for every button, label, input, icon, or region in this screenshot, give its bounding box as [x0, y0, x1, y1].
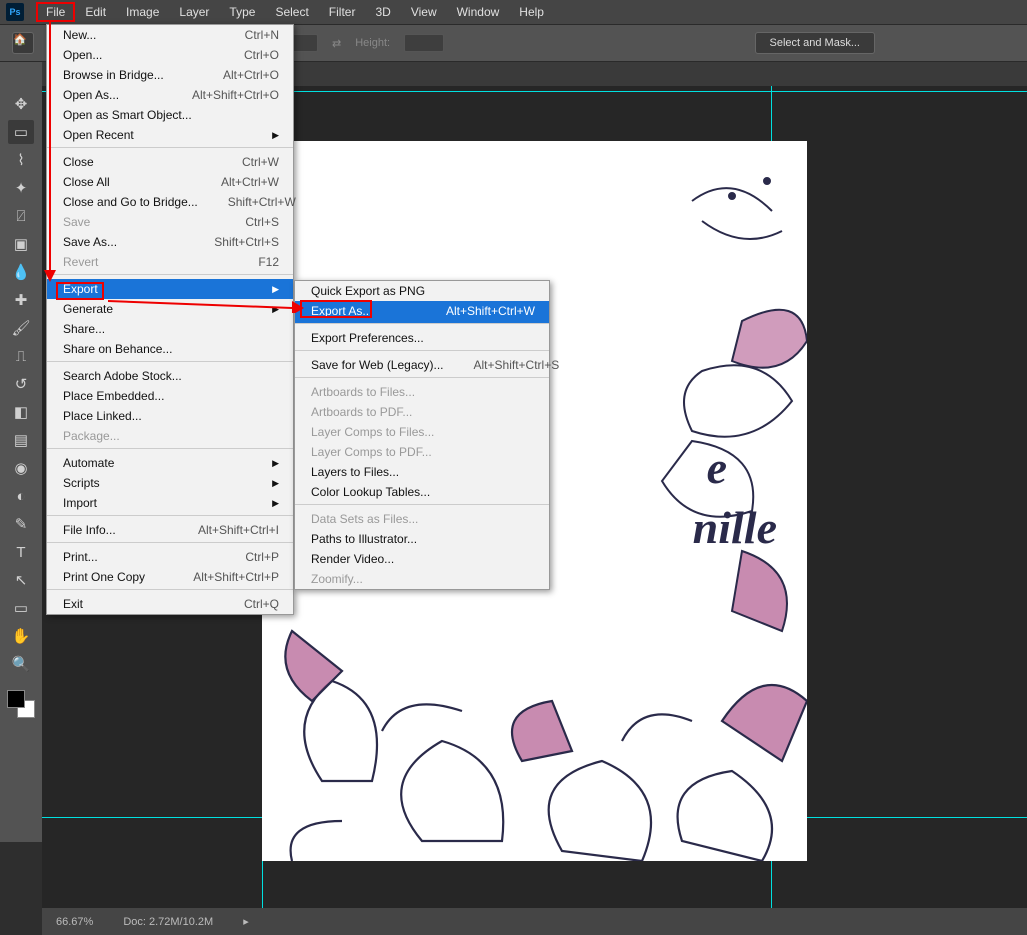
dodge-tool[interactable]: ◐: [8, 484, 34, 508]
file-menu-item-print[interactable]: Print...Ctrl+P: [47, 547, 293, 567]
brush-tool[interactable]: 🖌: [8, 316, 34, 340]
export-menu-item-render-video[interactable]: Render Video...: [295, 549, 549, 569]
file-menu-item-import[interactable]: Import▶: [47, 493, 293, 516]
stamp-tool[interactable]: ⎍: [8, 344, 34, 368]
file-menu-item-package[interactable]: Package...: [47, 426, 293, 449]
file-menu-item-share-on-behance[interactable]: Share on Behance...: [47, 339, 293, 362]
file-menu-item-export[interactable]: Export▶: [47, 279, 293, 299]
file-menu-item-generate[interactable]: Generate▶: [47, 299, 293, 319]
export-submenu: Quick Export as PNGExport As...Alt+Shift…: [294, 280, 550, 590]
path-tool[interactable]: ↖: [8, 568, 34, 592]
lasso-tool[interactable]: ⌇: [8, 148, 34, 172]
file-menu-item-browse-in-bridge[interactable]: Browse in Bridge...Alt+Ctrl+O: [47, 65, 293, 85]
file-menu-item-save[interactable]: SaveCtrl+S: [47, 212, 293, 232]
status-arrow-icon[interactable]: ▸: [243, 915, 249, 928]
zoom-level[interactable]: 66.67%: [56, 916, 93, 928]
export-menu-item-color-lookup-tables[interactable]: Color Lookup Tables...: [295, 482, 549, 505]
menu-image[interactable]: Image: [116, 2, 169, 22]
swap-icon[interactable]: ⇄: [332, 37, 341, 50]
select-and-mask-button[interactable]: Select and Mask...: [755, 32, 876, 54]
hand-tool[interactable]: ✋: [8, 624, 34, 648]
export-menu-item-artboards-to-pdf[interactable]: Artboards to PDF...: [295, 402, 549, 422]
file-menu-item-new[interactable]: New...Ctrl+N: [47, 25, 293, 45]
eyedrop-tool[interactable]: 💧: [8, 260, 34, 284]
text-tool[interactable]: T: [8, 540, 34, 564]
zoom-tool[interactable]: 🔍: [8, 652, 34, 676]
file-menu-item-close[interactable]: CloseCtrl+W: [47, 152, 293, 172]
file-menu-item-close-and-go-to-bridge[interactable]: Close and Go to Bridge...Shift+Ctrl+W: [47, 192, 293, 212]
file-menu-item-exit[interactable]: ExitCtrl+Q: [47, 594, 293, 614]
export-menu-item-data-sets-as-files[interactable]: Data Sets as Files...: [295, 509, 549, 529]
wand-tool[interactable]: ✦: [8, 176, 34, 200]
shape-tool[interactable]: ▭: [8, 596, 34, 620]
history-tool[interactable]: ↺: [8, 372, 34, 396]
file-menu-item-automate[interactable]: Automate▶: [47, 453, 293, 473]
export-menu-item-save-for-web-legacy[interactable]: Save for Web (Legacy)...Alt+Shift+Ctrl+S: [295, 355, 549, 378]
file-menu-item-open-as-smart-object[interactable]: Open as Smart Object...: [47, 105, 293, 125]
export-menu-item-export-preferences[interactable]: Export Preferences...: [295, 328, 549, 351]
file-menu-item-file-info[interactable]: File Info...Alt+Shift+Ctrl+I: [47, 520, 293, 543]
file-menu-item-place-linked[interactable]: Place Linked...: [47, 406, 293, 426]
file-menu-item-search-adobe-stock[interactable]: Search Adobe Stock...: [47, 366, 293, 386]
crop-tool[interactable]: ⍁: [8, 204, 34, 228]
menu-file[interactable]: File: [36, 2, 75, 22]
file-menu-item-print-one-copy[interactable]: Print One CopyAlt+Shift+Ctrl+P: [47, 567, 293, 590]
menu-view[interactable]: View: [401, 2, 447, 22]
menu-help[interactable]: Help: [509, 2, 554, 22]
pen-tool[interactable]: ✎: [8, 512, 34, 536]
menu-bar: Ps FileEditImageLayerTypeSelectFilter3DV…: [0, 0, 1027, 24]
export-menu-item-paths-to-illustrator[interactable]: Paths to Illustrator...: [295, 529, 549, 549]
export-menu-item-layer-comps-to-files[interactable]: Layer Comps to Files...: [295, 422, 549, 442]
move-tool[interactable]: ✥: [8, 92, 34, 116]
export-menu-item-layers-to-files[interactable]: Layers to Files...: [295, 462, 549, 482]
export-menu-item-artboards-to-files[interactable]: Artboards to Files...: [295, 382, 549, 402]
file-menu-item-close-all[interactable]: Close AllAlt+Ctrl+W: [47, 172, 293, 192]
heal-tool[interactable]: ✚: [8, 288, 34, 312]
height-input[interactable]: [404, 34, 444, 52]
export-menu-item-quick-export-as-png[interactable]: Quick Export as PNG: [295, 281, 549, 301]
gradient-tool[interactable]: ▤: [8, 428, 34, 452]
file-menu-item-open-as[interactable]: Open As...Alt+Shift+Ctrl+O: [47, 85, 293, 105]
status-bar: 66.67% Doc: 2.72M/10.2M ▸: [42, 908, 1027, 935]
file-menu-item-place-embedded[interactable]: Place Embedded...: [47, 386, 293, 406]
height-label: Height:: [355, 37, 390, 49]
photoshop-logo-icon: Ps: [6, 3, 24, 21]
marquee-tool[interactable]: ▭: [8, 120, 34, 144]
menu-type[interactable]: Type: [219, 2, 265, 22]
menu-3d[interactable]: 3D: [365, 2, 400, 22]
file-menu-item-open-recent[interactable]: Open Recent▶: [47, 125, 293, 148]
file-menu-item-share[interactable]: Share...: [47, 319, 293, 339]
export-menu-item-zoomify[interactable]: Zoomify...: [295, 569, 549, 589]
menu-window[interactable]: Window: [447, 2, 510, 22]
file-menu-item-save-as[interactable]: Save As...Shift+Ctrl+S: [47, 232, 293, 252]
export-menu-item-layer-comps-to-pdf[interactable]: Layer Comps to PDF...: [295, 442, 549, 462]
design-text-line2: nille: [693, 501, 777, 554]
menu-layer[interactable]: Layer: [169, 2, 219, 22]
file-menu: New...Ctrl+NOpen...Ctrl+OBrowse in Bridg…: [46, 24, 294, 615]
doc-size: Doc: 2.72M/10.2M: [123, 916, 213, 928]
eraser-tool[interactable]: ◧: [8, 400, 34, 424]
tool-panel: ✥ ▭ ⌇ ✦ ⍁ ▣ 💧 ✚ 🖌 ⎍ ↺ ◧ ▤ ◉ ◐ ✎ T ↖ ▭ ✋ 🔍: [0, 62, 42, 842]
frame-tool[interactable]: ▣: [8, 232, 34, 256]
file-menu-item-revert[interactable]: RevertF12: [47, 252, 293, 275]
blur-tool[interactable]: ◉: [8, 456, 34, 480]
export-menu-item-export-as[interactable]: Export As...Alt+Shift+Ctrl+W: [295, 301, 549, 324]
menu-edit[interactable]: Edit: [75, 2, 116, 22]
menu-filter[interactable]: Filter: [319, 2, 366, 22]
home-icon[interactable]: 🏠: [12, 32, 34, 54]
color-swatch[interactable]: [7, 690, 35, 718]
file-menu-item-scripts[interactable]: Scripts▶: [47, 473, 293, 493]
file-menu-item-open[interactable]: Open...Ctrl+O: [47, 45, 293, 65]
menu-select[interactable]: Select: [265, 2, 318, 22]
design-text-line1: e: [707, 441, 727, 494]
